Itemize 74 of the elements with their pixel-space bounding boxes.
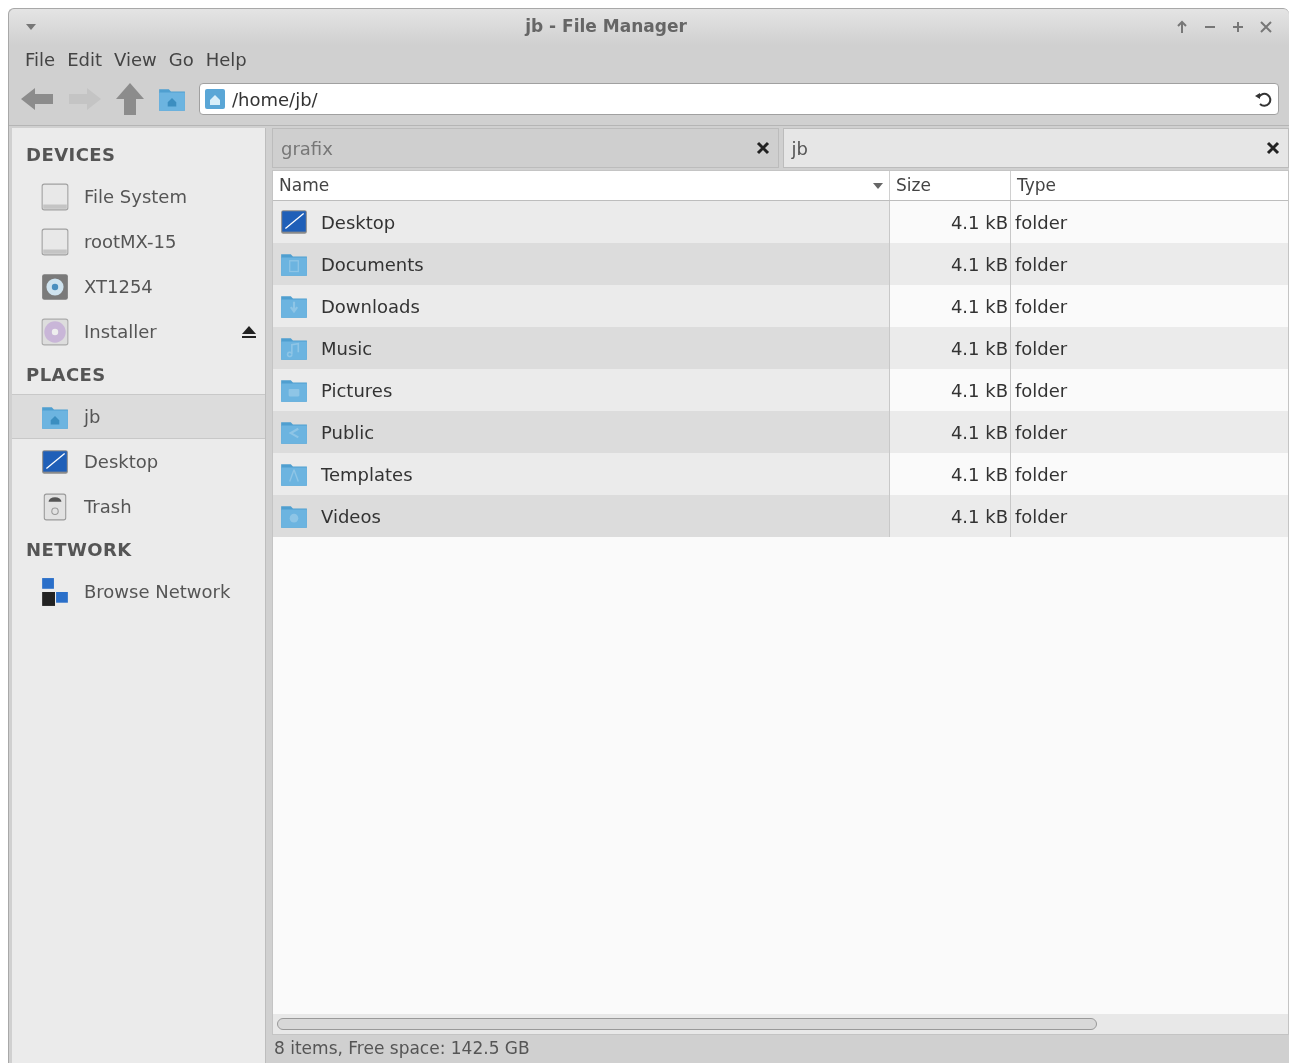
tab[interactable]: jb [782,128,1289,168]
table-cell: 4.1 kB [890,243,1011,285]
table-cell[interactable]: Pictures [273,369,890,411]
location-text: /home/jb/ [232,87,319,112]
table-cell: 4.1 kB [890,411,1011,453]
tab-label: grafix [281,136,334,161]
status-text: 8 items, Free space: 142.5 GB [274,1037,530,1061]
table-cell: folder [1011,243,1288,285]
file-name: Documents [321,252,424,277]
sidebar-item[interactable]: Installer [12,309,265,354]
horizontal-scrollbar[interactable] [277,1018,1097,1030]
drive-icon [40,181,70,212]
keep-above-icon[interactable] [1175,20,1189,34]
section-heading: NETWORK [25,537,133,562]
table-cell[interactable]: Videos [273,495,890,537]
file-name: Music [321,336,373,361]
table-cell: 4.1 kB [890,327,1011,369]
table-cell: folder [1011,327,1288,369]
menu-item[interactable]: Edit [61,45,108,73]
drive-icon [40,226,70,257]
back-icon[interactable] [19,85,55,113]
file-name: Public [321,420,375,445]
sort-descending-icon [873,182,883,189]
table-cell[interactable]: Music [273,327,890,369]
sidebar-label: rootMX-15 [84,230,178,254]
close-icon[interactable] [755,141,770,155]
sidebar-item[interactable]: jb [12,394,265,439]
section-heading: DEVICES [25,142,117,167]
file-name: Downloads [321,294,420,319]
tab-label: jb [791,136,809,161]
eject-icon[interactable] [241,324,257,339]
sidebar-label: Trash [84,495,133,519]
table-cell[interactable]: Public [273,411,890,453]
home-folder-icon [204,88,226,110]
section-heading: PLACES [25,362,107,387]
up-icon[interactable] [115,82,145,116]
window-menu-icon[interactable] [25,23,37,31]
table-cell[interactable]: Templates [273,453,890,495]
sidebar-label: XT1254 [84,275,154,299]
sidebar-item[interactable]: rootMX-15 [12,219,265,264]
window-title: jb - File Manager [523,15,688,39]
column-header[interactable]: Name [273,171,890,200]
sidebar-item[interactable]: XT1254 [12,264,265,309]
table-cell[interactable]: Documents [273,243,890,285]
sidebar-label: Installer [84,320,158,344]
file-name: Templates [321,462,413,487]
sidebar-label: jb [84,405,102,429]
file-name: Pictures [321,378,393,403]
file-name: Desktop [321,210,396,235]
file-name: Videos [321,504,381,529]
sidebar-label: File System [84,185,188,209]
menu-item[interactable]: Help [199,45,253,73]
close-icon[interactable] [1266,141,1280,155]
desktop-icon [279,207,309,237]
table-cell: 4.1 kB [890,495,1011,537]
location-field[interactable]: /home/jb/ [199,83,1279,115]
column-header[interactable]: Size [890,171,1011,200]
menu-item[interactable]: View [108,45,163,73]
maximize-icon[interactable] [1231,20,1245,34]
menu-item[interactable]: File [19,45,62,73]
media-player-icon [40,271,70,302]
sidebar-item[interactable]: Trash [12,484,265,529]
table-cell[interactable]: Downloads [273,285,890,327]
sidebar-label: Desktop [84,450,160,474]
sidebar-label: Browse Network [84,580,232,604]
table-cell: folder [1011,495,1288,537]
sidebar-item[interactable]: File System [12,174,265,219]
sidebar-item[interactable]: Browse Network [12,569,265,614]
sidebar-item[interactable]: Desktop [12,439,265,484]
menu-item[interactable]: Go [162,45,200,73]
network-icon [40,576,70,607]
column-header[interactable]: Type [1011,171,1288,200]
table-cell: folder [1011,411,1288,453]
table-cell[interactable]: Desktop [273,201,890,243]
